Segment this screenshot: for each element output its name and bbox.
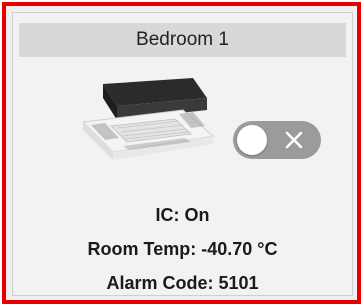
alarm-code: Alarm Code: 5101 [106,273,259,293]
device-card-inner: Bedroom 1 IC: On Room Temp: -40.70 °C Al… [12,12,353,296]
card-title-bar: Bedroom 1 [19,23,346,57]
room-temperature: Room Temp: -40.70 °C [87,239,278,259]
x-icon [285,131,303,149]
power-toggle-switch[interactable] [233,121,321,159]
room-title: Bedroom 1 [136,29,229,50]
ic-status: IC: On [155,205,210,225]
toggle-knob [237,125,267,155]
ceiling-cassette-ac-image [81,78,215,160]
device-card: Bedroom 1 IC: On Room Temp: -40.70 °C Al… [2,2,361,304]
